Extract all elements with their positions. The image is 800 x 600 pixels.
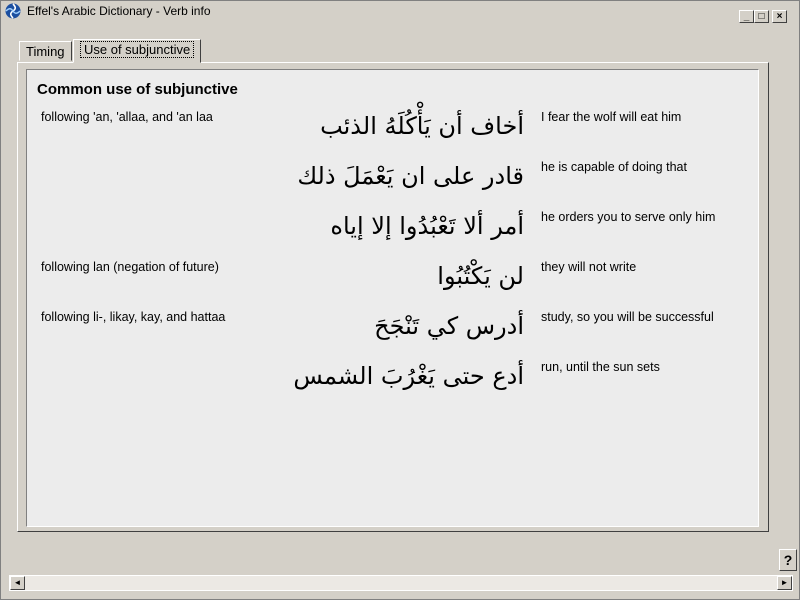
english-translation: they will not write (541, 260, 637, 274)
arrow-right-icon: ► (780, 578, 789, 587)
maximize-button[interactable]: □ (754, 10, 769, 23)
arabic-example: أدرس كي تَنْجَحَ (374, 312, 524, 340)
arabic-example: أدع حتى يَغْرُبَ الشمس (293, 362, 524, 390)
example-row: following 'an, 'allaa, and 'an laa أخاف … (27, 110, 758, 160)
window-title: Effel's Arabic Dictionary - Verb info (27, 4, 211, 18)
example-row: following li-, likay, kay, and hattaa أد… (27, 310, 758, 360)
tab-use-of-subjunctive[interactable]: Use of subjunctive (73, 39, 202, 63)
english-translation: he orders you to serve only him (541, 210, 716, 224)
scroll-right-button[interactable]: ► (777, 576, 792, 590)
example-row: أمر ألا تَعْبُدُوا إلا إياه he orders yo… (27, 210, 758, 260)
english-translation: he is capable of doing that (541, 160, 687, 174)
rule-text: following li-, likay, kay, and hattaa (41, 310, 226, 324)
scroll-left-button[interactable]: ◄ (10, 576, 25, 590)
example-row: following lan (negation of future) لن يَ… (27, 260, 758, 310)
rule-text: following lan (negation of future) (41, 260, 219, 274)
arabic-example: أخاف أن يَأْكُلَهُ الذئب (320, 112, 524, 140)
title-bar[interactable]: Effel's Arabic Dictionary - Verb info _ … (1, 1, 799, 23)
arrow-left-icon: ◄ (13, 578, 22, 587)
close-icon: × (776, 11, 783, 22)
minimize-icon: _ (743, 11, 750, 22)
minimize-button[interactable]: _ (739, 10, 754, 23)
horizontal-scrollbar[interactable]: ◄ ► (9, 575, 793, 591)
english-translation: I fear the wolf will eat him (541, 110, 682, 124)
example-row: قادر على ان يَعْمَلَ ذلك he is capable o… (27, 160, 758, 210)
rule-text: following 'an, 'allaa, and 'an laa (41, 110, 213, 124)
tab-label: Use of subjunctive (80, 41, 195, 58)
app-logo-icon[interactable] (5, 3, 21, 19)
tab-label: Timing (26, 44, 65, 59)
close-button[interactable]: × (772, 10, 787, 23)
help-icon: ? (783, 552, 793, 568)
english-translation: run, until the sun sets (541, 360, 660, 374)
section-heading: Common use of subjunctive (37, 81, 238, 98)
arabic-example: أمر ألا تَعْبُدُوا إلا إياه (330, 212, 524, 240)
example-row: أدع حتى يَغْرُبَ الشمس run, until the su… (27, 360, 758, 410)
arabic-example: لن يَكْتُبُوا (437, 262, 524, 290)
arabic-example: قادر على ان يَعْمَلَ ذلك (297, 162, 524, 190)
maximize-icon: □ (758, 11, 765, 22)
english-translation: study, so you will be successful (541, 310, 714, 324)
subjunctive-content: Common use of subjunctive following 'an,… (26, 69, 759, 527)
help-button[interactable]: ? (779, 549, 797, 571)
tab-timing[interactable]: Timing (19, 41, 72, 61)
app-window: Effel's Arabic Dictionary - Verb info _ … (0, 0, 800, 600)
